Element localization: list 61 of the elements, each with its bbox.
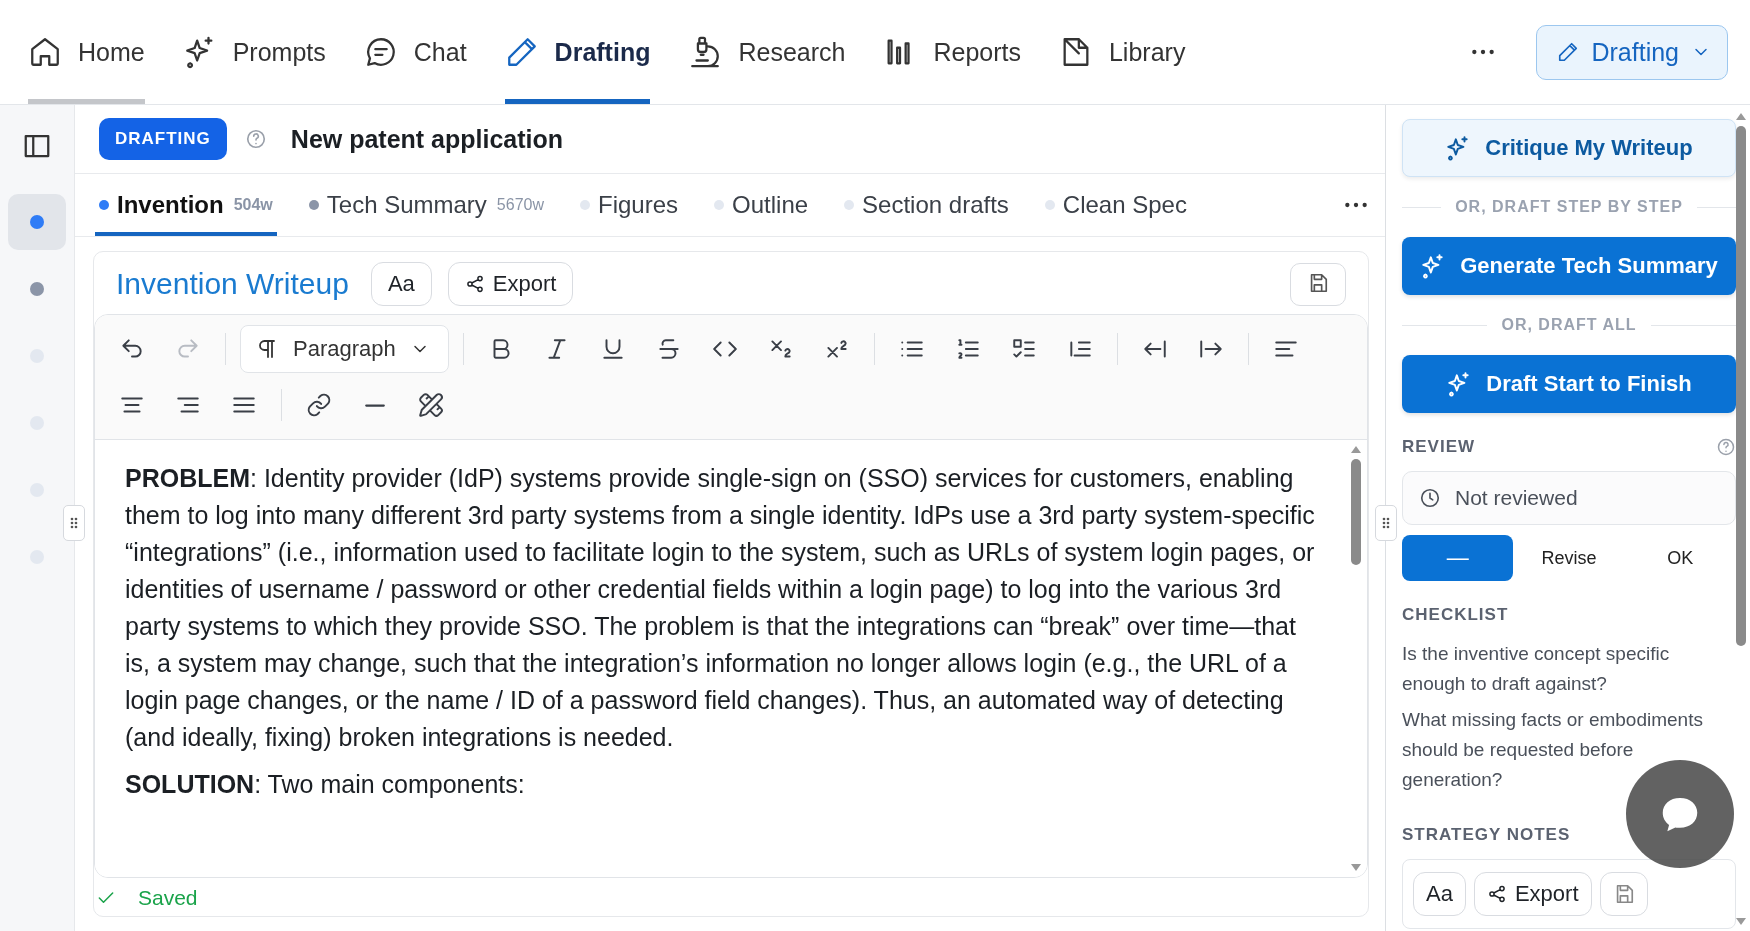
tab-label: Tech Summary [326,191,487,219]
action-button[interactable]: Draft Start to Finish [1402,355,1736,413]
nav-tab[interactable]: Prompts [182,0,326,104]
export-button[interactable]: Export [1473,872,1592,916]
link-icon [306,392,332,418]
section-tab[interactable]: Clean Spec [1040,174,1191,236]
word-count: 5670w [496,196,544,214]
review-option[interactable]: — [1402,535,1514,581]
paragraph-style-dropdown[interactable]: Paragraph [240,325,449,373]
checklist-question: What missing facts or embodiments should be requested before generation? [1402,708,1704,792]
mode-dropdown[interactable]: Drafting [1536,24,1728,80]
drag-handle-icon[interactable] [63,505,85,541]
save-button[interactable] [1599,872,1648,916]
nav-tab[interactable]: Chat [363,0,467,104]
section-marker[interactable] [8,194,66,250]
mode-badge: DRAFTING [99,118,227,160]
export-button[interactable]: Export [447,262,574,306]
nav-tab[interactable]: Reports [883,0,1021,104]
paragraph: PROBLEM: Identity provider (IdP) systems provide single-sign on (SSO) services for customers, enabling them to log into many different 3rd party systems from a single identity. IdPs use a 3rd party system-specific “integrations” (i.e., information used to facilitate login to the system, such as URLs of system login pages, or identities of username / password or other credential fields within a login page) to log into the various 3rd party systems to which they provide SSO. The problem is that the integrations can “break” over time—that is, a system may change, such that the integration’s information no longer allows login (e.g., the URL of a login page changes, or the name / ID of a password field changes). Thus, an automated way of detecting (and ideally, fixing) broken integrations is needed. [125,463,1316,753]
section-tab[interactable]: Invention 504w [95,174,277,236]
nav-tab[interactable]: Research [688,0,846,104]
divider-label: OR, DRAFT ALL [1501,316,1637,334]
nav-tab[interactable]: Library [1058,0,1186,104]
editor-title: Invention Writeup [116,267,349,301]
tab-label: Section drafts [862,191,1009,219]
document-title: New patent application [290,124,564,154]
tab-label: Invention [117,191,224,219]
font-button[interactable]: Aa [1413,872,1466,916]
action-button[interactable]: Generate Tech Summary [1402,237,1736,295]
share-icon [464,274,485,294]
section-tab[interactable]: Figures [576,174,683,236]
action-button[interactable]: Critique My Writeup [1402,119,1736,177]
clear-format-icon [418,392,444,418]
clock-icon [1419,487,1441,509]
status-text: Not reviewed [1455,486,1578,510]
section-heading: REVIEW [1402,437,1476,457]
section-heading: CHECKLIST [1402,605,1509,625]
checklist-question: Is the inventive concept specific enough to draft against? [1402,642,1671,696]
section-tab[interactable]: Outline [710,174,813,236]
tab-label: Outline [732,191,809,219]
nav-tab[interactable]: Drafting [504,0,651,104]
review-option[interactable]: OK [1624,535,1736,581]
tab-label: Figures [598,191,679,219]
drag-handle-icon[interactable] [1375,505,1397,541]
home-icon [28,35,62,69]
help-icon[interactable] [1716,437,1736,457]
divider-label: OR, DRAFT STEP BY STEP [1455,198,1683,216]
help-icon[interactable] [244,128,267,150]
paragraph: SOLUTION: Two main components: [125,769,526,800]
horizontal-rule-icon [365,403,385,407]
word-count: 504w [233,196,273,214]
save-button[interactable] [1290,262,1346,306]
section-tab[interactable]: Tech Summary 5670w [304,174,548,236]
section-heading: STRATEGY NOTES [1402,825,1571,845]
tab-label: Clean Spec [1062,191,1187,219]
pencil-icon [1557,41,1580,63]
section-tab[interactable]: Section drafts [840,174,1013,236]
save-status: Saved [138,886,198,910]
review-option[interactable]: Revise [1513,535,1625,581]
font-button[interactable]: Aa [370,262,432,306]
share-icon [1486,884,1507,904]
